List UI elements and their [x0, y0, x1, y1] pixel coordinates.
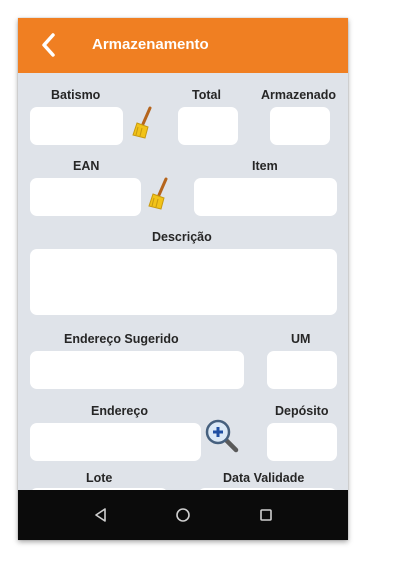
- ean-field[interactable]: [30, 178, 141, 216]
- endereco-label: Endereço: [91, 404, 148, 418]
- lote-label: Lote: [86, 471, 113, 485]
- armazenado-label: Armazenado: [261, 88, 337, 102]
- app-bar: Armazenamento: [18, 18, 348, 73]
- um-label: UM: [291, 332, 311, 346]
- back-arrow-icon[interactable]: [38, 32, 60, 58]
- deposito-field[interactable]: [267, 423, 337, 461]
- data-validade-label: Data Validade: [223, 471, 305, 485]
- broom-icon[interactable]: [130, 105, 158, 141]
- total-label: Total: [192, 88, 221, 102]
- total-field[interactable]: [178, 107, 238, 145]
- batismo-field[interactable]: [30, 107, 123, 145]
- back-triangle-icon[interactable]: [90, 504, 112, 526]
- broom-icon[interactable]: [146, 176, 174, 212]
- descricao-label: Descrição: [152, 230, 212, 244]
- zoom-in-icon[interactable]: [203, 417, 243, 457]
- form-content: Batismo Total Armazenado EAN Item Descri…: [18, 73, 348, 490]
- batismo-label: Batismo: [51, 88, 101, 102]
- um-field[interactable]: [267, 351, 337, 389]
- item-label: Item: [252, 159, 278, 173]
- ean-label: EAN: [73, 159, 100, 173]
- endereco-field[interactable]: [30, 423, 201, 461]
- system-nav-bar: [18, 490, 348, 540]
- deposito-label: Depósito: [275, 404, 329, 418]
- descricao-field[interactable]: [30, 249, 337, 315]
- armazenado-field[interactable]: [270, 107, 330, 145]
- page-title: Armazenamento: [92, 36, 209, 53]
- phone-screen: Armazenamento Batismo Total Armazenado E…: [18, 18, 348, 540]
- endereco-sugerido-field[interactable]: [30, 351, 244, 389]
- endereco-sugerido-label: Endereço Sugerido: [64, 332, 179, 346]
- recents-square-icon[interactable]: [255, 504, 277, 526]
- item-field[interactable]: [194, 178, 337, 216]
- home-circle-icon[interactable]: [172, 504, 194, 526]
